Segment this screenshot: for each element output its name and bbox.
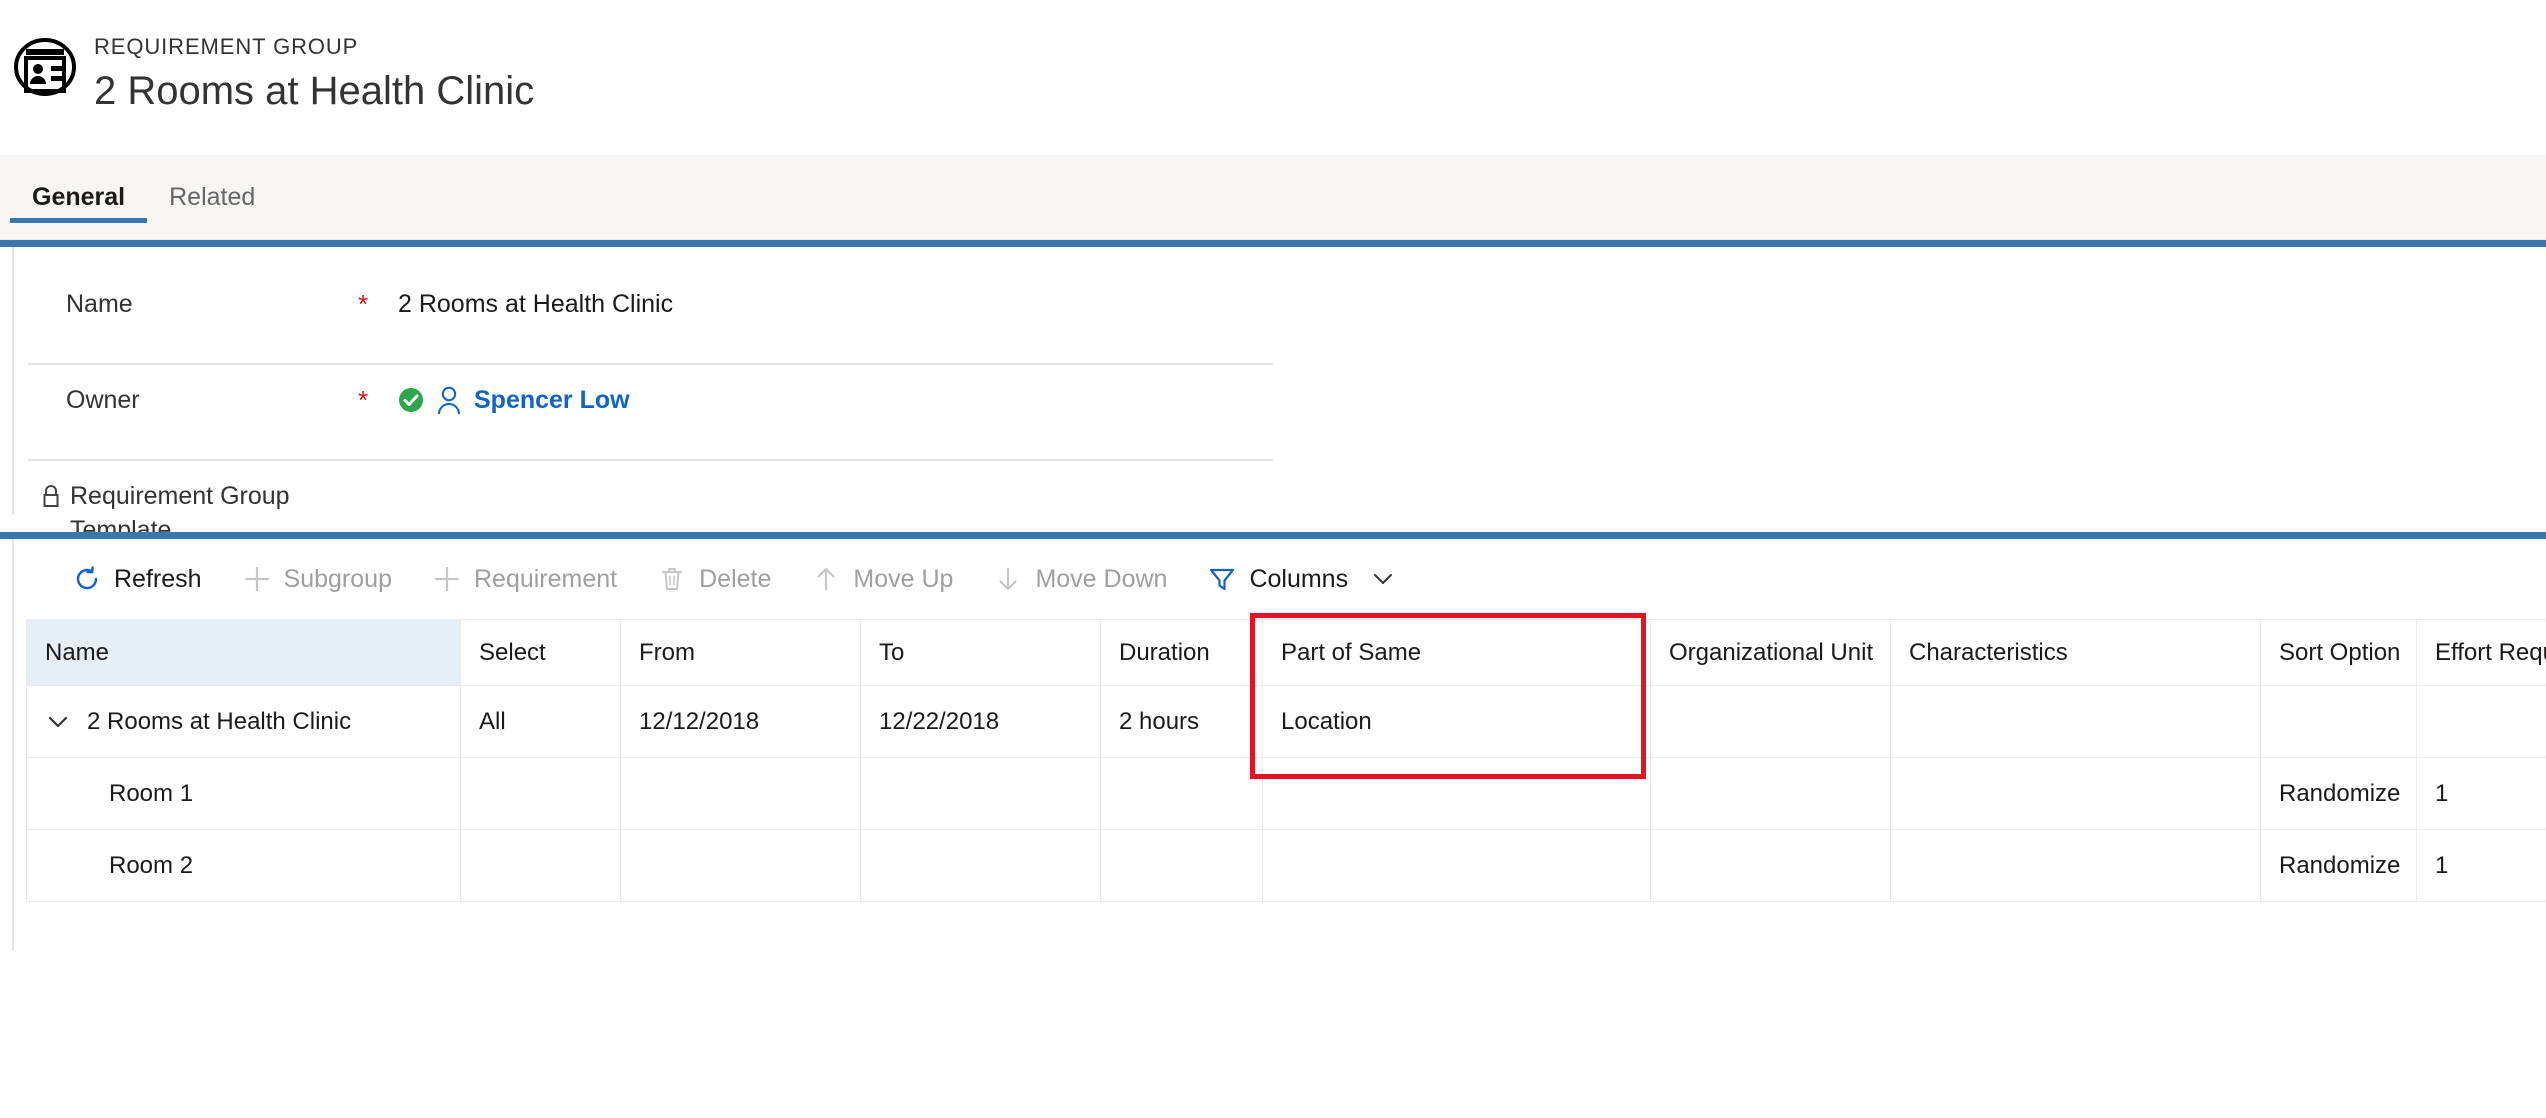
row-sort-option-cell: Randomize — [2260, 829, 2417, 902]
row-name-cell[interactable]: Room 2 — [26, 829, 461, 902]
row-effort-required-cell — [2416, 685, 2546, 758]
row-duration-cell: 2 hours — [1100, 685, 1263, 758]
column-header-characteristics[interactable]: Characteristics — [1890, 619, 2261, 686]
row-select-cell: All — [460, 685, 621, 758]
table-row[interactable]: Room 1 Randomize 1 — [26, 757, 2546, 830]
field-row-name: Name * 2 Rooms at Health Clinic — [28, 269, 1273, 365]
row-sort-option-cell: Randomize — [2260, 757, 2417, 830]
name-required-indicator: * — [358, 289, 369, 319]
plus-icon — [432, 564, 462, 594]
columns-label: Columns — [1249, 564, 1349, 593]
tab-general-label: General — [32, 182, 126, 211]
column-header-from[interactable]: From — [620, 619, 861, 686]
chevron-down-icon — [1370, 566, 1396, 592]
arrow-up-icon — [811, 564, 841, 594]
subgrid-inner: Refresh Subgroup Requirement Delete Move… — [12, 539, 2546, 951]
row-to-cell — [860, 757, 1101, 830]
column-header-sort-option[interactable]: Sort Option — [2260, 619, 2417, 686]
column-header-organizational-unit[interactable]: Organizational Unit — [1650, 619, 1891, 686]
owner-lookup-link[interactable]: Spencer Low — [474, 383, 630, 417]
row-from-cell: 12/12/2018 — [620, 685, 861, 758]
columns-button[interactable]: Columns — [1187, 549, 1416, 609]
trash-icon — [657, 564, 687, 594]
requirements-subgrid-section: Refresh Subgroup Requirement Delete Move… — [0, 532, 2546, 951]
row-to-cell: 12/22/2018 — [860, 685, 1101, 758]
page-header: REQUIREMENT GROUP 2 Rooms at Health Clin… — [0, 0, 2546, 155]
row-to-cell — [860, 829, 1101, 902]
id-card-person-icon — [14, 36, 76, 98]
entity-type-label: REQUIREMENT GROUP — [94, 34, 359, 59]
header-text-block: REQUIREMENT GROUP 2 Rooms at Health Clin… — [94, 18, 534, 118]
row-characteristics-cell — [1890, 829, 2261, 902]
lock-icon — [40, 484, 62, 510]
tab-related[interactable]: Related — [147, 155, 277, 240]
new-subgroup-button[interactable]: Subgroup — [222, 549, 412, 609]
column-header-duration[interactable]: Duration — [1100, 619, 1263, 686]
refresh-button[interactable]: Refresh — [52, 549, 222, 609]
table-row[interactable]: 2 Rooms at Health Clinic All 12/12/2018 … — [26, 685, 2546, 758]
row-name-text: Room 1 — [109, 779, 194, 807]
delete-label: Delete — [699, 564, 772, 593]
row-effort-required-cell: 1 — [2416, 829, 2546, 902]
general-form-section: Name * 2 Rooms at Health Clinic Owner * — [0, 240, 2546, 557]
subgrid-table-wrapper: Name Select From To Duration Part of Sam… — [14, 613, 2546, 902]
row-name-text: 2 Rooms at Health Clinic — [87, 707, 352, 735]
row-characteristics-cell — [1890, 685, 2261, 758]
requirements-table: Name Select From To Duration Part of Sam… — [26, 619, 2546, 902]
field-row-owner: Owner * Spencer Low — [28, 365, 1273, 461]
arrow-down-icon — [993, 564, 1023, 594]
new-subgroup-label: Subgroup — [283, 564, 392, 593]
column-header-part-of-same[interactable]: Part of Same — [1262, 619, 1651, 686]
row-organizational-unit-cell — [1650, 757, 1891, 830]
move-down-label: Move Down — [1035, 564, 1168, 593]
name-field-value[interactable]: 2 Rooms at Health Clinic — [398, 287, 673, 321]
row-name-cell[interactable]: Room 1 — [26, 757, 461, 830]
column-header-to[interactable]: To — [860, 619, 1101, 686]
owner-field-value[interactable]: Spencer Low — [398, 383, 630, 417]
row-characteristics-cell — [1890, 757, 2261, 830]
green-check-icon — [398, 387, 424, 413]
row-organizational-unit-cell — [1650, 829, 1891, 902]
plus-icon — [242, 564, 272, 594]
person-icon — [436, 385, 462, 415]
owner-field-label: Owner — [66, 386, 140, 414]
refresh-label: Refresh — [114, 564, 202, 593]
page-title: 2 Rooms at Health Clinic — [94, 69, 535, 113]
chevron-down-icon[interactable] — [45, 709, 71, 735]
move-up-button[interactable]: Move Up — [791, 549, 973, 609]
row-organizational-unit-cell — [1650, 685, 1891, 758]
tab-strip: General Related — [0, 155, 2546, 240]
row-name-cell[interactable]: 2 Rooms at Health Clinic — [26, 685, 461, 758]
form-fields-container: Name * 2 Rooms at Health Clinic Owner * — [12, 247, 1273, 557]
row-duration-cell — [1100, 829, 1263, 902]
new-requirement-button[interactable]: Requirement — [412, 549, 637, 609]
row-part-of-same-cell: Location — [1262, 685, 1651, 758]
table-row[interactable]: Room 2 Randomize 1 — [26, 829, 2546, 902]
tab-related-label: Related — [169, 182, 256, 211]
column-header-effort-required[interactable]: Effort Require — [2416, 619, 2546, 686]
row-select-cell — [460, 757, 621, 830]
subgrid-command-bar: Refresh Subgroup Requirement Delete Move… — [14, 539, 2546, 619]
row-effort-required-cell: 1 — [2416, 757, 2546, 830]
column-header-select[interactable]: Select — [460, 619, 621, 686]
new-requirement-label: Requirement — [473, 564, 618, 593]
delete-button[interactable]: Delete — [637, 549, 791, 609]
move-up-label: Move Up — [853, 564, 954, 593]
move-down-button[interactable]: Move Down — [973, 549, 1187, 609]
row-part-of-same-cell — [1262, 829, 1651, 902]
table-header-row: Name Select From To Duration Part of Sam… — [26, 619, 2546, 686]
row-select-cell — [460, 829, 621, 902]
name-field-label: Name — [66, 290, 133, 318]
row-duration-cell — [1100, 757, 1263, 830]
filter-icon — [1207, 564, 1237, 594]
owner-required-indicator: * — [358, 385, 369, 415]
refresh-icon — [72, 564, 102, 594]
row-name-text: Room 2 — [109, 851, 194, 879]
row-part-of-same-cell — [1262, 757, 1651, 830]
row-from-cell — [620, 757, 861, 830]
row-sort-option-cell — [2260, 685, 2417, 758]
tab-general[interactable]: General — [10, 155, 148, 240]
row-from-cell — [620, 829, 861, 902]
column-header-name[interactable]: Name — [26, 619, 461, 686]
